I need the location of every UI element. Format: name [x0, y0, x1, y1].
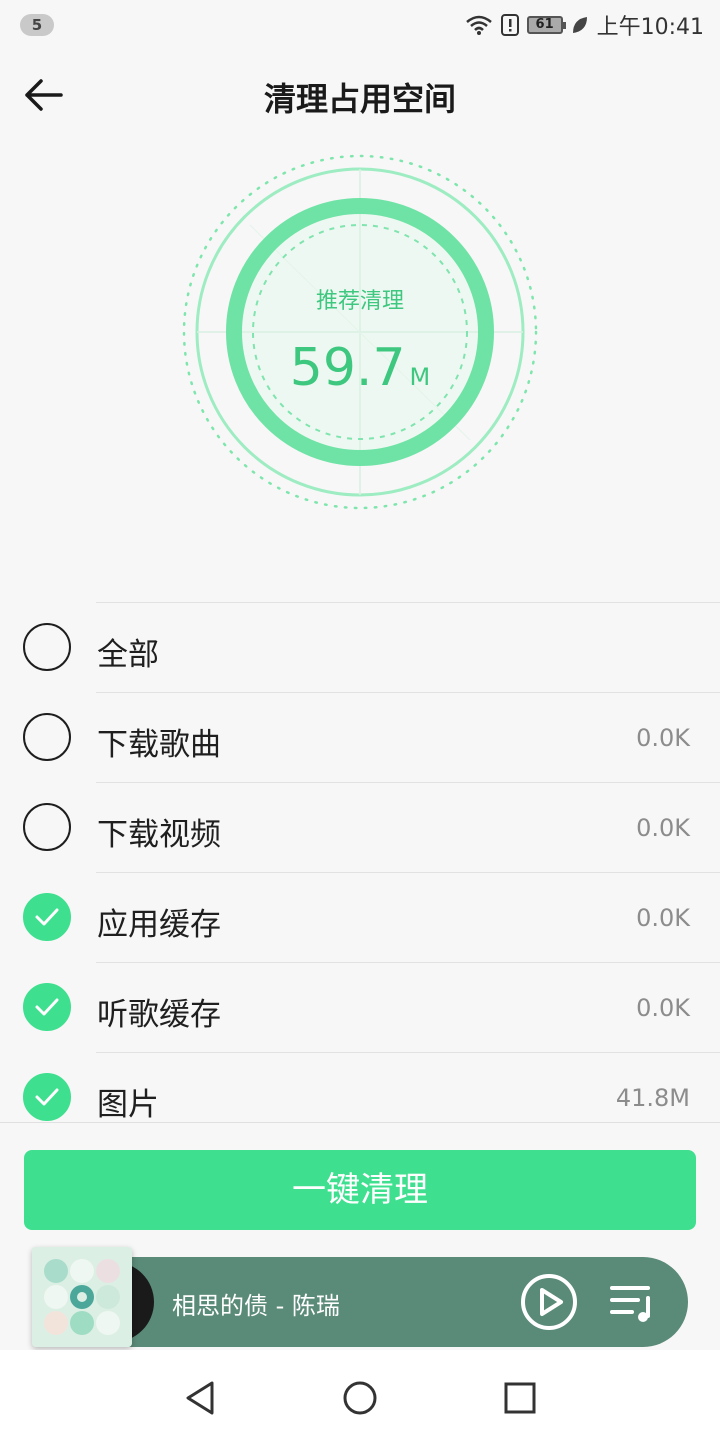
- leaf-icon: [572, 17, 587, 33]
- alert-icon: [500, 14, 519, 36]
- status-bar: 5 61 上午10:41: [0, 0, 720, 50]
- battery-icon: 61: [526, 16, 566, 34]
- one-click-clean-button[interactable]: 一键清理: [24, 1150, 696, 1230]
- checkbox-unchecked[interactable]: [23, 713, 71, 761]
- gauge-rings: [182, 154, 538, 510]
- list-item-label: 听歌缓存: [97, 997, 221, 1033]
- gauge-label: 推荐清理: [315, 289, 404, 314]
- list-item-download-videos[interactable]: 下载视频 0.0K: [0, 782, 720, 872]
- checkbox-checked[interactable]: [23, 1073, 71, 1121]
- list-item-size: 41.8M: [615, 1084, 690, 1112]
- list-item-label: 图片: [97, 1087, 159, 1122]
- list-item-size: 0.0K: [636, 724, 690, 752]
- checkmark-icon: [35, 1088, 59, 1106]
- checkbox-checked[interactable]: [23, 983, 71, 1031]
- now-playing-title[interactable]: 相思的债 - 陈瑞: [172, 1286, 340, 1321]
- clean-category-list: 全部 下载歌曲 0.0K 下载视频 0.0K 应用缓存 0.0K 听歌缓存 0.…: [0, 602, 720, 1122]
- checkbox-checked[interactable]: [23, 893, 71, 941]
- wifi-icon: [465, 15, 492, 35]
- notification-badge: 5: [20, 14, 54, 36]
- list-item-download-songs[interactable]: 下载歌曲 0.0K: [0, 692, 720, 782]
- status-time: 上午10:41: [596, 15, 704, 40]
- circle-home-icon: [343, 1381, 377, 1415]
- gauge-number: 59.7: [289, 338, 406, 398]
- play-button[interactable]: [520, 1273, 578, 1331]
- playlist-icon: [610, 1286, 650, 1322]
- list-item-app-cache[interactable]: 应用缓存 0.0K: [0, 872, 720, 962]
- list-item-images[interactable]: 图片 41.8M: [0, 1052, 720, 1122]
- gauge-unit: M: [409, 363, 431, 391]
- play-icon: [521, 1274, 577, 1330]
- app-header: 清理占用空间: [0, 50, 720, 140]
- list-item-label: 全部: [97, 637, 159, 673]
- list-item-listen-cache[interactable]: 听歌缓存 0.0K: [0, 962, 720, 1052]
- list-item-label: 下载歌曲: [97, 727, 221, 763]
- nav-recents-button[interactable]: [500, 1378, 540, 1418]
- storage-gauge: 推荐清理 59.7 M: [160, 140, 560, 530]
- square-recents-icon: [504, 1382, 536, 1414]
- list-item-label: 下载视频: [97, 817, 221, 853]
- list-item-label: 应用缓存: [97, 907, 221, 943]
- gauge-value: 59.7 M: [160, 338, 560, 398]
- divider: [0, 1122, 720, 1123]
- playlist-button[interactable]: [608, 1280, 656, 1324]
- checkmark-icon: [35, 908, 59, 926]
- triangle-back-icon: [186, 1381, 214, 1415]
- list-item-size: 0.0K: [636, 994, 690, 1022]
- nav-home-button[interactable]: [340, 1378, 380, 1418]
- checkbox-unchecked[interactable]: [23, 803, 71, 851]
- list-item-all[interactable]: 全部: [0, 602, 720, 692]
- nav-back-button[interactable]: [180, 1378, 220, 1418]
- album-art[interactable]: [32, 1247, 132, 1347]
- album-cover-pattern: [32, 1247, 132, 1347]
- status-icons: 61 上午10:41: [465, 10, 704, 40]
- checkbox-unchecked[interactable]: [23, 623, 71, 671]
- list-item-size: 0.0K: [636, 814, 690, 842]
- system-nav-bar: [0, 1350, 720, 1440]
- checkmark-icon: [35, 998, 59, 1016]
- page-title: 清理占用空间: [263, 80, 456, 118]
- list-item-size: 0.0K: [636, 904, 690, 932]
